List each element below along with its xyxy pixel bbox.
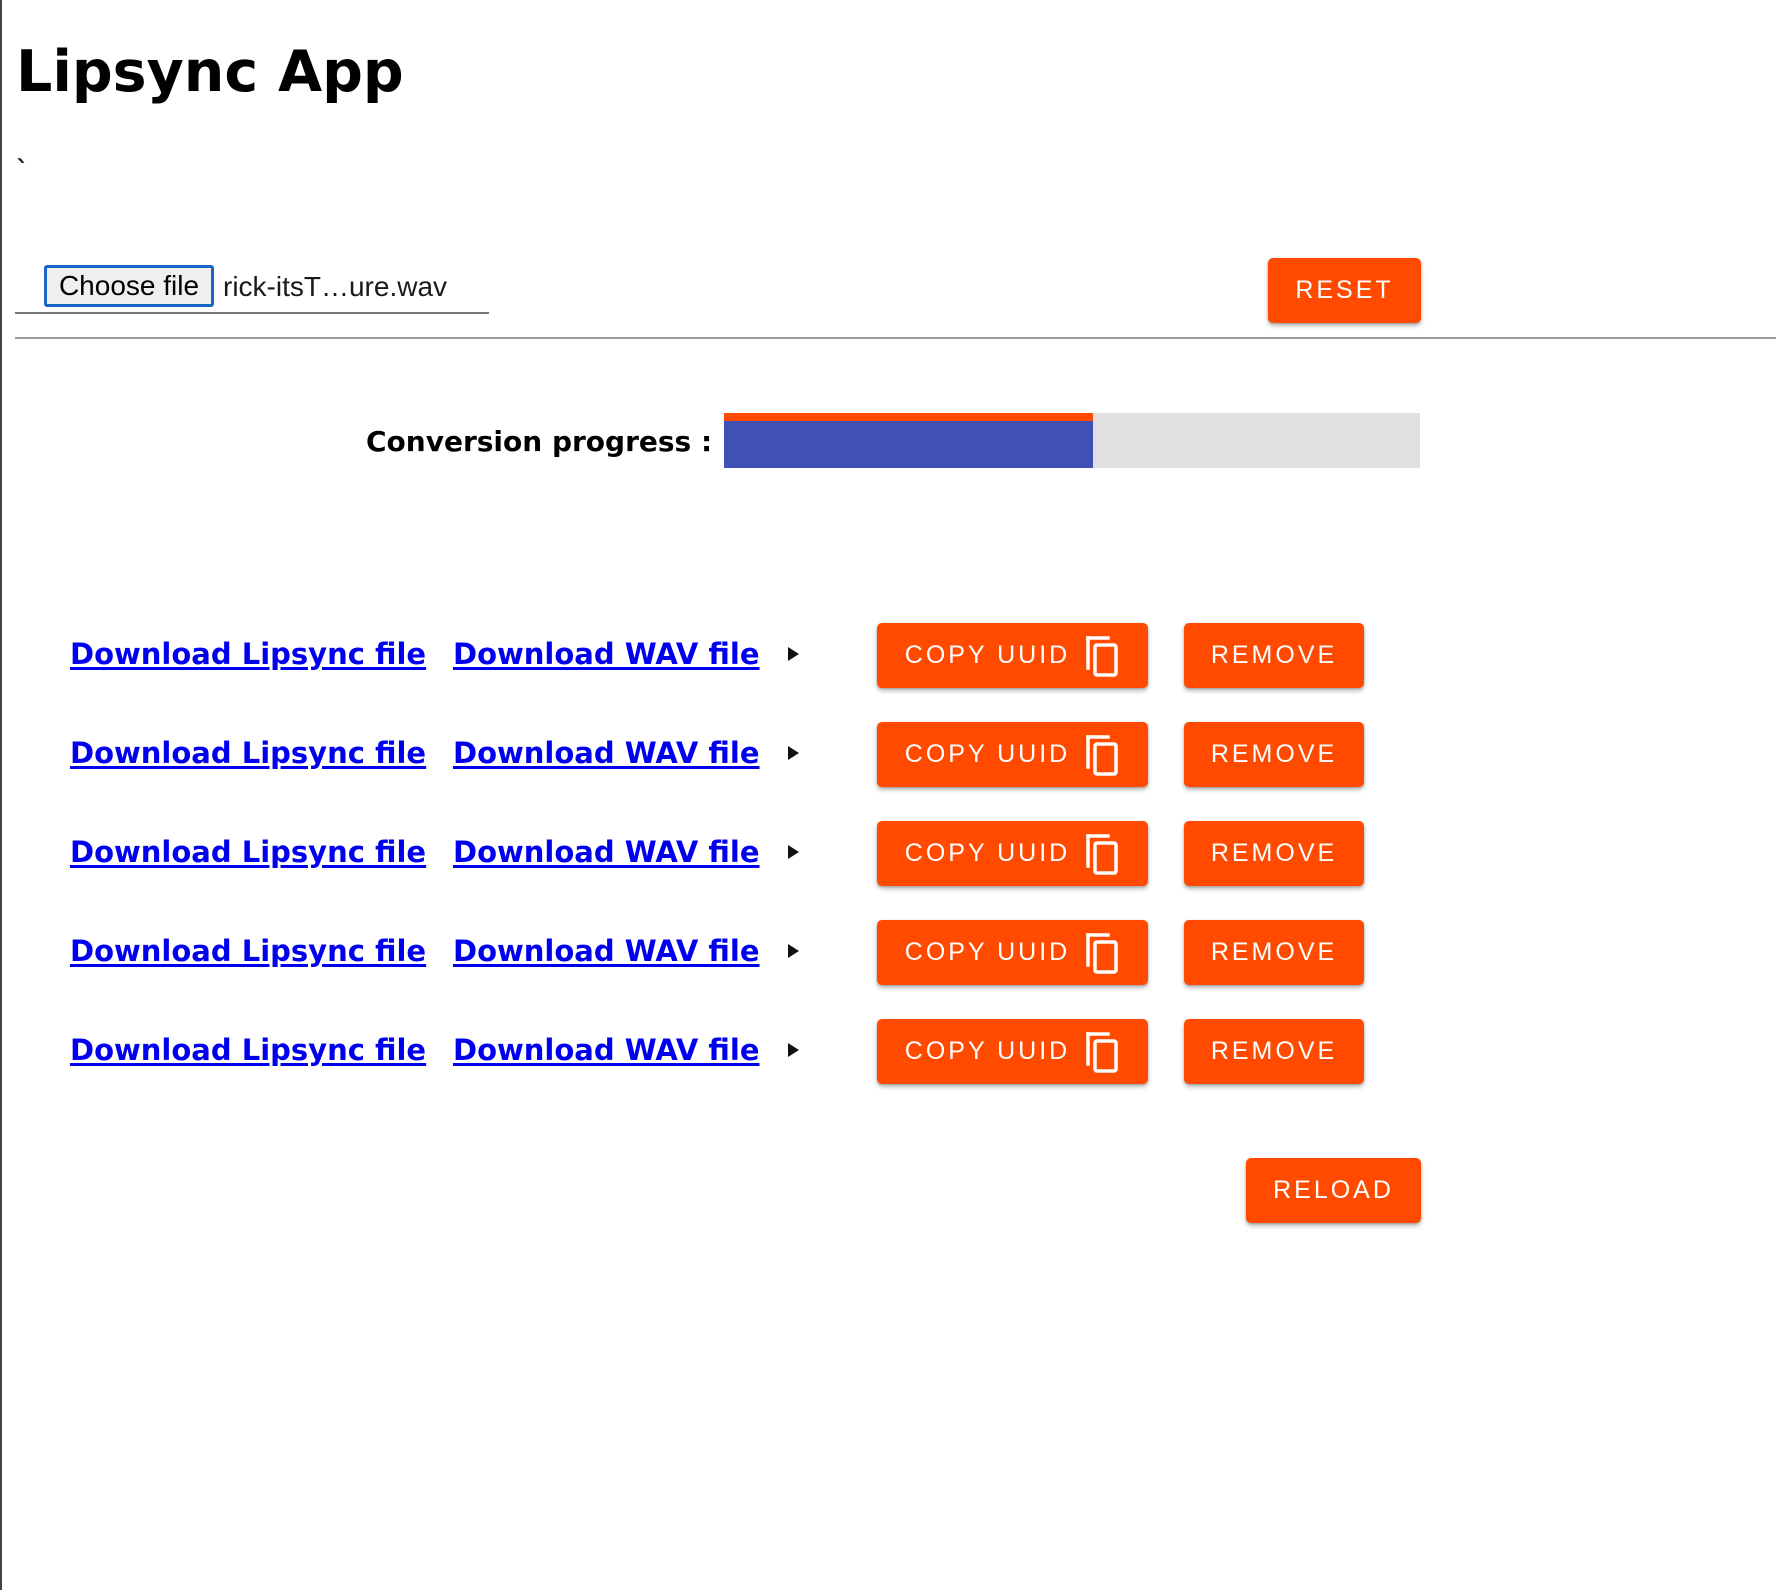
conversion-progress-label: Conversion progress : — [366, 425, 713, 458]
download-lipsync-link[interactable]: Download Lipsync file — [70, 833, 426, 871]
download-wav-link[interactable]: Download WAV file — [453, 1031, 760, 1069]
copy-icon — [1086, 635, 1118, 677]
stray-backtick: ` — [16, 156, 29, 186]
copy-uuid-button[interactable]: COPY UUID — [877, 1019, 1148, 1084]
window-left-edge — [0, 0, 2, 1590]
download-wav-link[interactable]: Download WAV file — [453, 734, 760, 772]
download-lipsync-link[interactable]: Download Lipsync file — [70, 734, 426, 772]
copy-uuid-button[interactable]: COPY UUID — [877, 920, 1148, 985]
reset-button[interactable]: RESET — [1268, 258, 1421, 323]
copy-icon — [1086, 1031, 1118, 1073]
progress-bar-fill — [724, 413, 1093, 468]
file-upload-field: Choose file rick-itsT…ure.wav — [15, 260, 489, 314]
download-wav-link[interactable]: Download WAV file — [453, 833, 760, 871]
play-triangle-icon[interactable] — [788, 647, 799, 661]
copy-icon — [1086, 734, 1118, 776]
download-lipsync-link[interactable]: Download Lipsync file — [70, 932, 426, 970]
copy-uuid-label: COPY UUID — [904, 839, 1071, 867]
play-triangle-icon[interactable] — [788, 845, 799, 859]
progress-buffer-fill — [724, 413, 1093, 421]
copy-uuid-button[interactable]: COPY UUID — [877, 722, 1148, 787]
download-wav-link[interactable]: Download WAV file — [453, 932, 760, 970]
result-row: Download Lipsync file Download WAV file CO… — [0, 1019, 1420, 1085]
remove-button[interactable]: REMOVE — [1184, 920, 1364, 985]
result-row: Download Lipsync file Download WAV file CO… — [0, 821, 1420, 887]
play-triangle-icon[interactable] — [788, 944, 799, 958]
copy-uuid-label: COPY UUID — [904, 1037, 1071, 1065]
remove-button[interactable]: REMOVE — [1184, 821, 1364, 886]
app-title: Lipsync App — [16, 39, 404, 105]
copy-uuid-button[interactable]: COPY UUID — [877, 821, 1148, 886]
conversion-progress-bar — [724, 413, 1420, 468]
remove-button[interactable]: REMOVE — [1184, 623, 1364, 688]
choose-file-button[interactable]: Choose file — [44, 265, 214, 307]
result-row: Download Lipsync file Download WAV file CO… — [0, 722, 1420, 788]
copy-uuid-label: COPY UUID — [904, 938, 1071, 966]
copy-icon — [1086, 833, 1118, 875]
play-triangle-icon[interactable] — [788, 746, 799, 760]
download-lipsync-link[interactable]: Download Lipsync file — [70, 1031, 426, 1069]
selected-file-name: rick-itsT…ure.wav — [223, 271, 448, 302]
result-row: Download Lipsync file Download WAV file CO… — [0, 623, 1420, 689]
copy-icon — [1086, 932, 1118, 974]
remove-button[interactable]: REMOVE — [1184, 1019, 1364, 1084]
copy-uuid-label: COPY UUID — [904, 641, 1071, 669]
result-row: Download Lipsync file Download WAV file CO… — [0, 920, 1420, 986]
copy-uuid-label: COPY UUID — [904, 740, 1071, 768]
play-triangle-icon[interactable] — [788, 1043, 799, 1057]
copy-uuid-button[interactable]: COPY UUID — [877, 623, 1148, 688]
reload-button[interactable]: RELOAD — [1246, 1158, 1421, 1223]
remove-button[interactable]: REMOVE — [1184, 722, 1364, 787]
download-lipsync-link[interactable]: Download Lipsync file — [70, 635, 426, 673]
section-divider — [15, 337, 1776, 339]
download-wav-link[interactable]: Download WAV file — [453, 635, 760, 673]
